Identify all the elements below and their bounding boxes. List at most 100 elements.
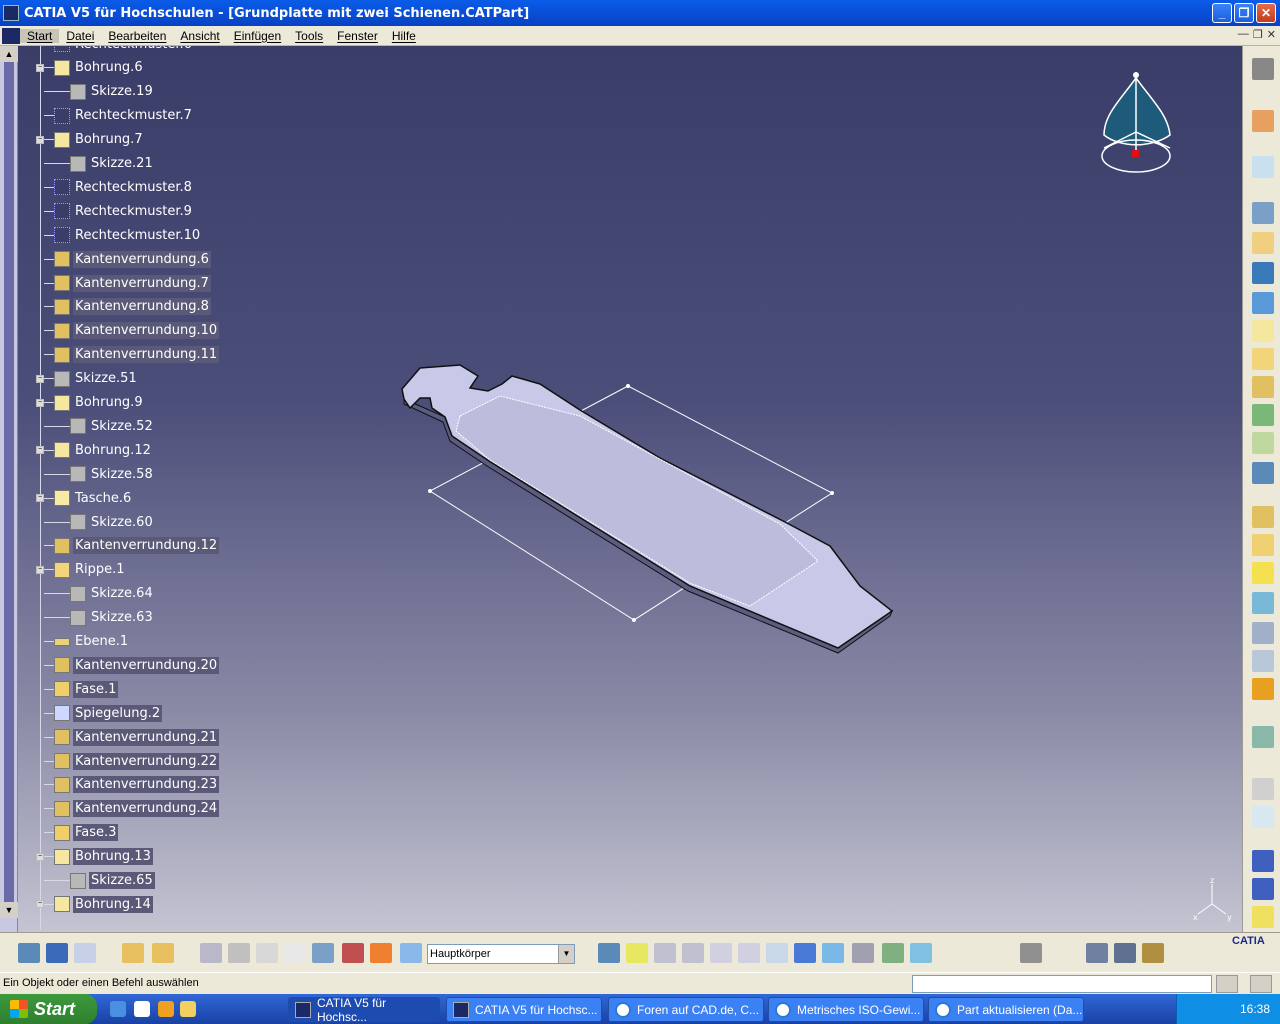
tree-item[interactable]: −Skizze.58 (20, 464, 155, 484)
tree-item[interactable]: −Skizze.64 (20, 584, 155, 604)
tree-item[interactable]: −Kantenverrundung.24 (20, 799, 220, 819)
tree-item[interactable]: −Kantenverrundung.6 (20, 249, 211, 269)
hide-show-icon[interactable] (852, 943, 874, 963)
doc-close-button[interactable]: ✕ (1267, 28, 1276, 41)
groove-icon[interactable] (1252, 292, 1274, 314)
boolean-icon[interactable] (1252, 726, 1274, 748)
zoom-in-icon[interactable] (710, 943, 732, 963)
task-catia-2[interactable]: CATIA V5 für Hochsc... (446, 997, 602, 1022)
tree-item[interactable]: −Skizze.60 (20, 512, 155, 532)
tree-item[interactable]: −Skizze.63 (20, 608, 155, 628)
tree-item[interactable]: −Rechteckmuster.10 (20, 225, 202, 245)
select-arrow-icon[interactable] (1252, 110, 1274, 132)
swap-space-icon[interactable] (882, 943, 904, 963)
tree-item[interactable]: − Skizze.51 (20, 369, 139, 389)
task-part-aktualisieren[interactable]: Part aktualisieren (Da... (928, 997, 1084, 1022)
chevron-down-icon[interactable]: ▼ (558, 945, 574, 963)
expand-node-icon[interactable]: − (36, 900, 44, 909)
tree-item[interactable]: − Bohrung.12 (20, 440, 153, 460)
sketch-analysis-icon[interactable] (122, 943, 144, 963)
fit-all-icon[interactable] (626, 943, 648, 963)
doc-restore-button[interactable]: ❐ (1253, 28, 1263, 41)
menu-start[interactable]: Start (20, 28, 60, 43)
pattern-icon[interactable] (1252, 678, 1274, 700)
expand-node-icon[interactable]: − (36, 63, 44, 72)
restore-button[interactable]: ❐ (1234, 3, 1254, 23)
tree-item[interactable]: −Kantenverrundung.21 (20, 727, 220, 747)
rotate-icon[interactable] (682, 943, 704, 963)
cancel-command-button[interactable] (1250, 975, 1272, 993)
ie-icon[interactable] (134, 1001, 150, 1017)
close-button[interactable]: ✕ (1256, 3, 1276, 23)
chamfer-icon[interactable] (1252, 534, 1274, 556)
scroll-down-arrow[interactable]: ▼ (0, 902, 18, 918)
tree-item[interactable]: −Spiegelung.2 (20, 703, 163, 723)
tree-item[interactable]: −Kantenverrundung.20 (20, 655, 220, 675)
menu-hilfe[interactable]: Hilfe (385, 29, 423, 43)
catia-app-icon[interactable] (3, 5, 19, 21)
tree-item[interactable]: −Fase.1 (20, 679, 119, 699)
menu-einfuegen[interactable]: Einfügen (227, 29, 288, 43)
measure-between-icon[interactable] (1086, 943, 1108, 963)
gear-icon[interactable] (1252, 58, 1274, 80)
menu-tools[interactable]: Tools (288, 29, 330, 43)
tree-item[interactable]: −Kantenverrundung.11 (20, 345, 220, 365)
tree-scrollbar[interactable]: ▲ ▼ (0, 46, 18, 932)
body-select[interactable]: Hauptkörper ▼ (427, 944, 575, 964)
reference-icon[interactable] (1252, 806, 1274, 828)
stiffener-icon[interactable] (1252, 462, 1274, 484)
formula-icon[interactable] (284, 943, 306, 963)
view-mode-icon[interactable] (822, 943, 844, 963)
expand-node-icon[interactable]: − (36, 852, 44, 861)
tree-item[interactable]: −Fase.3 (20, 823, 119, 843)
measure-inertia-icon[interactable] (1142, 943, 1164, 963)
hole-icon[interactable] (1252, 320, 1274, 342)
media-icon[interactable] (158, 1001, 174, 1017)
tree-item[interactable]: −Kantenverrundung.8 (20, 297, 211, 317)
tree-item[interactable]: − Bohrung.14 (20, 894, 153, 914)
expand-node-icon[interactable]: − (36, 446, 44, 455)
tree-item[interactable]: −Ebene.1 (20, 632, 130, 652)
normal-to-icon[interactable] (766, 943, 788, 963)
shaft-icon[interactable] (1252, 262, 1274, 284)
expand-node-icon[interactable]: − (36, 565, 44, 574)
tree-item[interactable]: −Kantenverrundung.22 (20, 751, 220, 771)
thread-icon[interactable] (1252, 622, 1274, 644)
knowledge-icon[interactable] (342, 943, 364, 963)
tree-item[interactable]: −Skizze.21 (20, 154, 155, 174)
rib-icon[interactable] (1252, 348, 1274, 370)
tree-item[interactable]: −Kantenverrundung.12 (20, 536, 220, 556)
measure-item-icon[interactable] (1114, 943, 1136, 963)
tree-item[interactable]: −Rechteckmuster.7 (20, 106, 194, 126)
slot-icon[interactable] (1252, 376, 1274, 398)
task-foren[interactable]: Foren auf CAD.de, C... (608, 997, 764, 1022)
pocket-icon[interactable] (1252, 232, 1274, 254)
tree-item[interactable]: −Kantenverrundung.7 (20, 273, 211, 293)
tree-item[interactable]: − Bohrung.9 (20, 393, 145, 413)
line-icon[interactable] (1252, 878, 1274, 900)
tree-item[interactable]: −Skizze.52 (20, 416, 155, 436)
compass-icon[interactable] (1100, 70, 1176, 180)
tree-item[interactable]: − Tasche.6 (20, 488, 133, 508)
menu-ansicht[interactable]: Ansicht (173, 29, 226, 43)
multi-section-icon[interactable] (1252, 404, 1274, 426)
edge-fillet-icon[interactable] (1252, 506, 1274, 528)
measure-icon[interactable] (1252, 778, 1274, 800)
doc-minimize-button[interactable]: — (1238, 28, 1249, 41)
shell-icon[interactable] (1252, 592, 1274, 614)
draft-icon[interactable] (1252, 562, 1274, 584)
task-gewinde[interactable]: Metrisches ISO-Gewi... (768, 997, 924, 1022)
multi-view-icon[interactable] (74, 943, 96, 963)
menu-fenster[interactable]: Fenster (330, 29, 385, 43)
mirror-icon[interactable] (1252, 650, 1274, 672)
tree-item[interactable]: −Kantenverrundung.23 (20, 775, 220, 795)
scroll-up-arrow[interactable]: ▲ (0, 46, 18, 62)
tree-item[interactable]: − Bohrung.7 (20, 130, 145, 150)
tree-item[interactable]: −Rechteckmuster.9 (20, 201, 194, 221)
plane-icon[interactable] (1252, 906, 1274, 928)
pad-icon[interactable] (1252, 202, 1274, 224)
axis-system-icon[interactable] (256, 943, 278, 963)
tree-item[interactable]: − Bohrung.6 (20, 58, 145, 78)
expand-node-icon[interactable]: − (36, 374, 44, 383)
tree-item[interactable]: −Rechteckmuster.6 (20, 46, 194, 54)
